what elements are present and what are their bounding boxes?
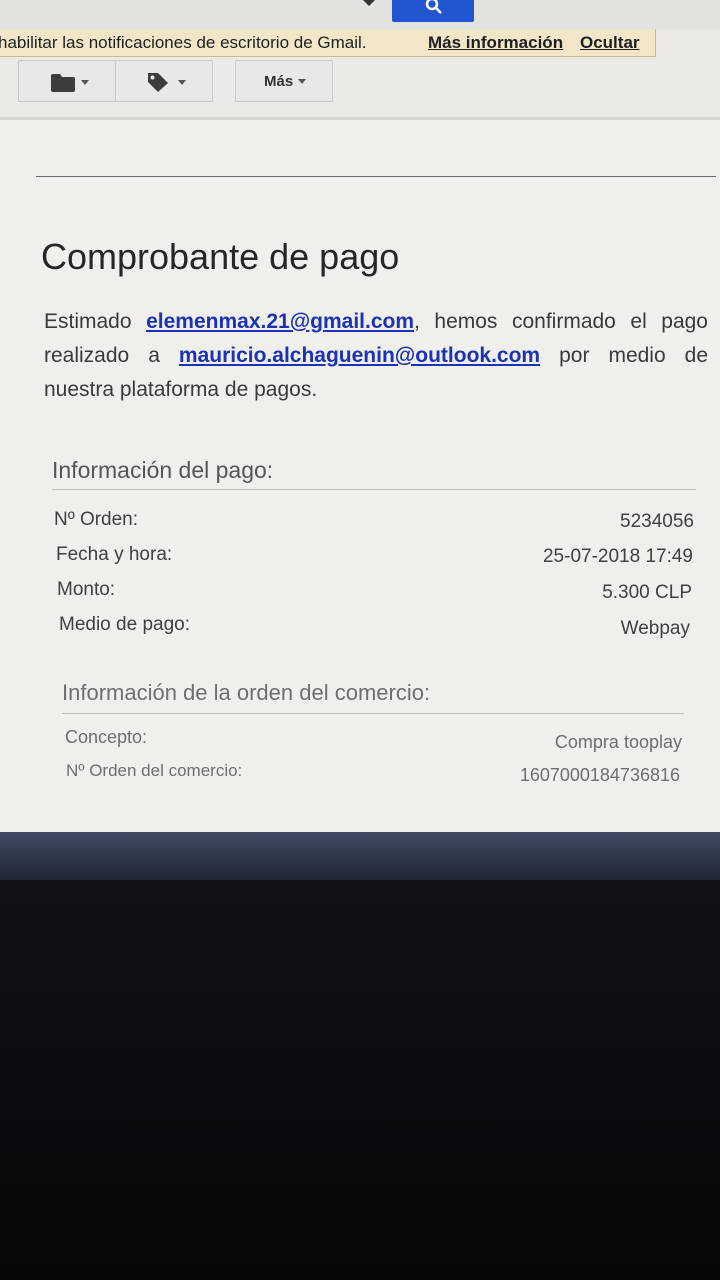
date-time-value: 25-07-2018 17:49 (542, 546, 693, 567)
amount-label: Monto: (57, 579, 116, 600)
search-button[interactable] (392, 0, 474, 22)
sender-email-link[interactable]: elemenmax.21@gmail.com (146, 310, 414, 333)
folder-icon (51, 74, 75, 92)
screen-bottom-band (0, 832, 720, 880)
amount-value: 5.300 CLP (602, 582, 692, 603)
top-bar (0, 0, 720, 30)
email-separator (36, 176, 716, 177)
more-button-label: Más (264, 73, 294, 90)
payment-info-title: Información del pago: (52, 457, 274, 483)
label-tag-icon (148, 73, 168, 92)
move-to-folder-button[interactable] (18, 60, 116, 102)
merchant-order-value: 1607000184736816 (519, 765, 680, 785)
order-number-value: 5234056 (620, 511, 694, 532)
email-title: Comprobante de pago (41, 236, 400, 277)
payment-method-label: Medio de pago: (59, 614, 190, 635)
date-time-label: Fecha y hora: (56, 544, 173, 565)
payment-method-value: Webpay (620, 618, 690, 639)
desktop-notification-banner: habilitar las notificaciones de escritor… (0, 29, 656, 57)
search-icon (425, 0, 442, 14)
more-info-link[interactable]: Más información (428, 29, 563, 56)
concept-value: Compra tooplay (554, 732, 682, 752)
notification-text: habilitar las notificaciones de escritor… (0, 33, 367, 52)
chevron-down-icon (298, 79, 306, 84)
intro-greeting: Estimado (44, 310, 132, 333)
monitor-bezel (0, 880, 720, 1280)
chevron-down-icon[interactable] (362, 0, 376, 8)
hide-link[interactable]: Ocultar (580, 29, 640, 56)
chevron-down-icon (178, 80, 186, 85)
payment-info-divider (52, 489, 696, 490)
recipient-email-link[interactable]: mauricio.alchaguenin@outlook.com (179, 344, 540, 367)
email-intro: Estimado elemenmax.21@gmail.com, hemos c… (44, 305, 708, 407)
merchant-info-divider (62, 713, 684, 714)
labels-button[interactable] (115, 60, 213, 102)
merchant-info-title: Información de la orden del comercio: (62, 680, 431, 705)
more-button[interactable]: Más (235, 60, 333, 102)
chevron-down-icon (81, 80, 89, 85)
concept-label: Concepto: (65, 727, 148, 747)
merchant-order-label: Nº Orden del comercio: (66, 761, 243, 780)
order-number-label: Nº Orden: (54, 509, 139, 530)
